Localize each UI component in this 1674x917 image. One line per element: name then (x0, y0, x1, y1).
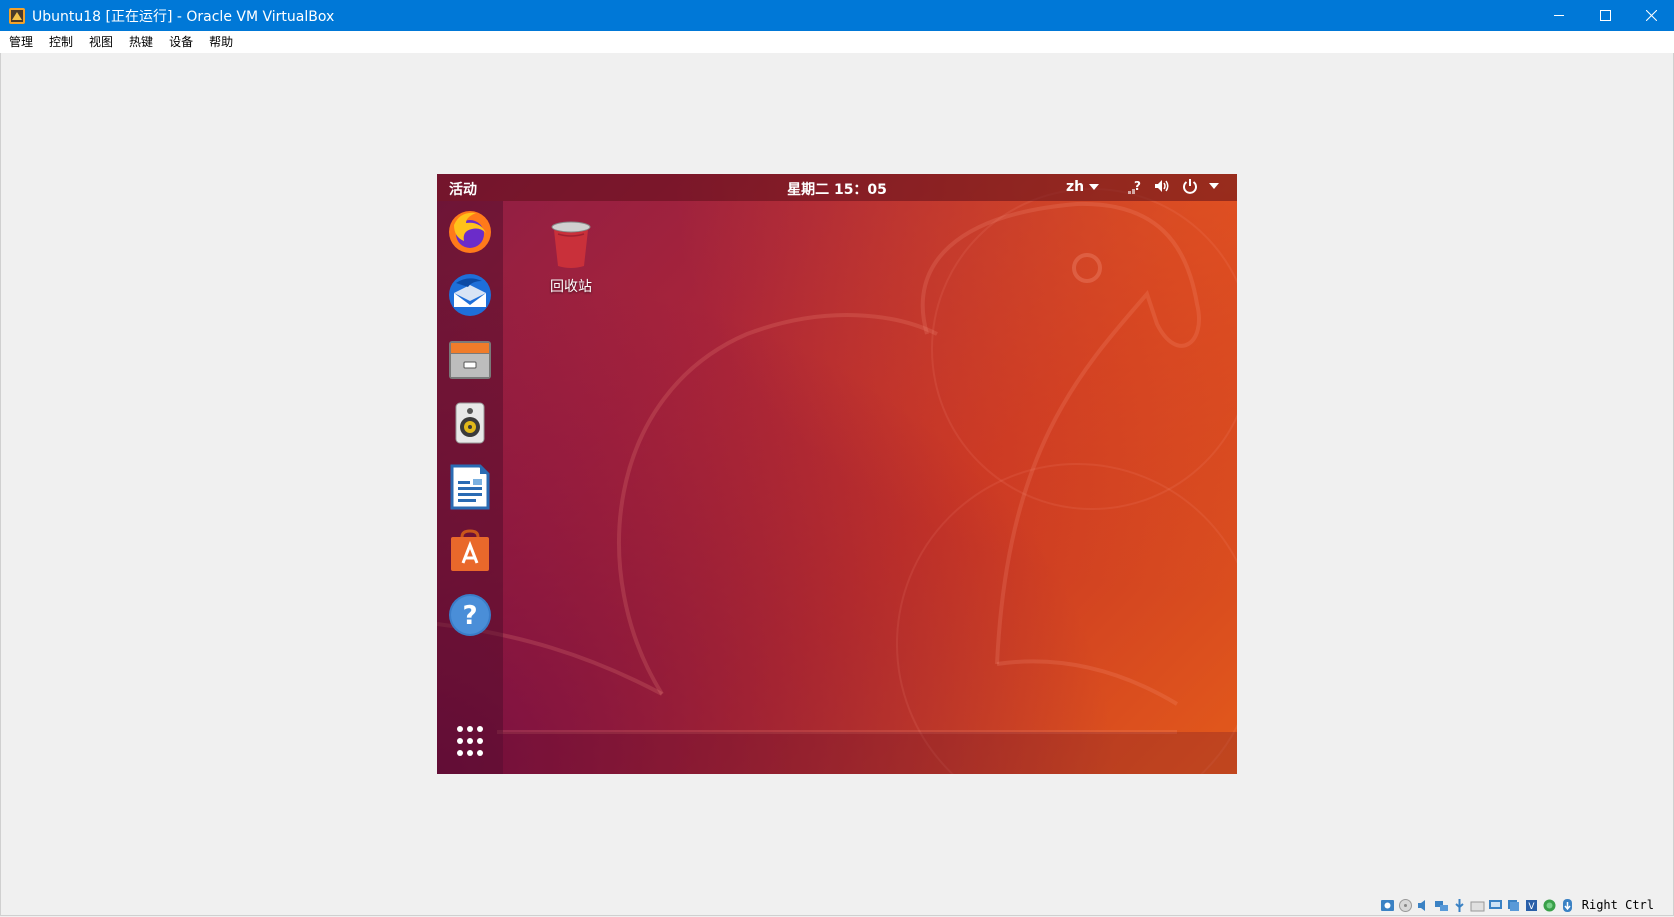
window-title: Ubuntu18 [正在运行] - Oracle VM VirtualBox (32, 8, 335, 25)
volume-icon (1155, 180, 1169, 192)
close-icon (1645, 10, 1657, 21)
trash-label: 回收站 (550, 279, 592, 295)
menu-manage[interactable]: 管理 (0, 31, 40, 53)
ubuntu-software-icon[interactable] (446, 527, 494, 575)
trash-icon (551, 221, 591, 268)
files-icon[interactable] (446, 335, 494, 383)
minimize-button[interactable] (1536, 0, 1582, 31)
svg-text:V: V (1528, 902, 1535, 912)
gnome-top-bar: 活动 星期二 15：05 zh ? (437, 174, 1237, 201)
mouse-integration-icon[interactable] (1560, 898, 1575, 913)
menu-view[interactable]: 视图 (80, 31, 120, 53)
help-icon[interactable]: ? (446, 591, 494, 639)
display-icon[interactable] (1488, 898, 1503, 913)
menu-control[interactable]: 控制 (40, 31, 80, 53)
shared-folders-icon[interactable] (1470, 898, 1485, 913)
menu-devices[interactable]: 设备 (160, 31, 200, 53)
close-button[interactable] (1628, 0, 1674, 31)
cpu-icon[interactable]: V (1524, 898, 1539, 913)
chevron-down-icon (1209, 183, 1219, 189)
vm-display[interactable]: 活动 星期二 15：05 zh ? ? 回收站 (437, 174, 1237, 774)
language-indicator[interactable]: zh (1066, 179, 1100, 195)
menu-bar: 管理 控制 视图 热键 设备 帮助 (0, 31, 1674, 53)
menu-help[interactable]: 帮助 (200, 31, 240, 53)
recording-icon[interactable] (1506, 898, 1521, 913)
language-label: zh (1066, 179, 1085, 195)
power-icon (1183, 179, 1197, 194)
hard-disk-icon[interactable] (1380, 898, 1395, 913)
vm-status-bar: V Right Ctrl (1380, 896, 1654, 914)
libreoffice-writer-icon[interactable] (446, 463, 494, 511)
system-tray[interactable]: ? (1127, 177, 1219, 195)
chevron-down-icon (1089, 184, 1100, 190)
trash-desktop-icon[interactable]: 回收站 (541, 220, 601, 296)
firefox-icon[interactable] (446, 207, 494, 255)
desktop-bottom-band (503, 732, 1237, 774)
minimize-icon (1553, 15, 1564, 16)
usb-icon[interactable] (1452, 898, 1467, 913)
thunderbird-icon[interactable] (446, 271, 494, 319)
menu-hotkey[interactable]: 热键 (120, 31, 160, 53)
rhythmbox-icon[interactable] (446, 399, 494, 447)
maximize-button[interactable] (1582, 0, 1628, 31)
network-question-icon: ? (1128, 179, 1141, 194)
guest-additions-icon[interactable] (1542, 898, 1557, 913)
optical-drive-icon[interactable] (1398, 898, 1413, 913)
svg-text:?: ? (462, 601, 477, 631)
network-icon[interactable] (1434, 898, 1449, 913)
clock[interactable]: 星期二 15：05 (437, 179, 1237, 199)
virtualbox-icon (9, 7, 25, 24)
dock: ? (437, 201, 503, 774)
svg-text:?: ? (1134, 179, 1141, 193)
audio-icon[interactable] (1416, 898, 1431, 913)
window-title-bar[interactable]: Ubuntu18 [正在运行] - Oracle VM VirtualBox (0, 0, 1674, 31)
app-grid-icon[interactable] (446, 717, 494, 765)
maximize-icon (1599, 10, 1611, 21)
host-key-label: Right Ctrl (1581, 898, 1654, 912)
